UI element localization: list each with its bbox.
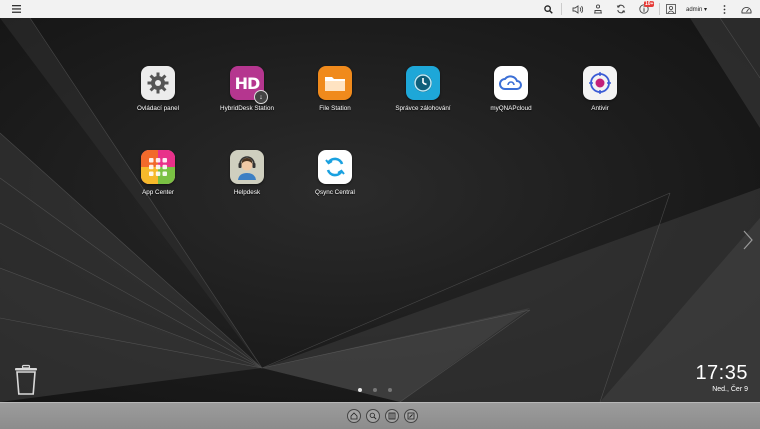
cloud-icon (494, 66, 528, 100)
notifications-badge: 10+ (644, 1, 655, 7)
clock-time: 17:35 (695, 362, 748, 384)
trash-icon (15, 364, 37, 395)
search-button[interactable] (542, 0, 554, 18)
app-label: myQNAPcloud (490, 105, 532, 112)
home-icon (350, 412, 358, 420)
dashboard-button[interactable] (739, 0, 753, 18)
dock-home-button[interactable] (347, 409, 361, 423)
user-avatar-icon (666, 4, 676, 14)
app-label: Helpdesk (233, 189, 261, 196)
download-badge-icon: ↓ (254, 90, 268, 104)
dock (347, 409, 418, 423)
notifications-button[interactable]: 10+ (636, 0, 655, 18)
user-name-label: admin ▾ (686, 6, 708, 13)
clock-icon (406, 66, 440, 100)
app-label: App Center (142, 189, 174, 196)
app-app-center[interactable]: App Center (122, 150, 194, 196)
volume-icon (572, 4, 583, 14)
app-helpdesk[interactable]: Helpdesk (211, 150, 283, 196)
page-dot[interactable] (388, 388, 392, 392)
edit-icon (407, 412, 415, 420)
background-tasks-icon (594, 4, 602, 14)
app-label: Qsync Central (315, 189, 355, 196)
page-dot[interactable] (373, 388, 377, 392)
toolbar-divider (561, 3, 562, 15)
app-backup-manager[interactable]: Správce zálohování (387, 66, 459, 112)
app-grid-icon (141, 150, 175, 184)
dashboard-gauge-icon (740, 6, 752, 13)
more-options-button[interactable] (719, 0, 729, 18)
background-tasks-button[interactable] (591, 0, 605, 18)
app-label: Antivir (591, 105, 609, 112)
sync-arrows-icon (318, 150, 352, 184)
recycle-bin[interactable] (13, 364, 39, 401)
sync-status-button[interactable] (614, 0, 628, 18)
grid-icon (388, 412, 396, 420)
user-menu-button[interactable]: admin ▾ (666, 0, 714, 18)
desktop: Ovládací panel HD ↓ HybridDesk Station F… (0, 18, 760, 402)
folder-icon (318, 66, 352, 100)
chevron-right-icon (743, 230, 753, 250)
volume-button[interactable] (570, 0, 584, 18)
main-menu-button[interactable] (10, 0, 22, 18)
dock-search-button[interactable] (366, 409, 380, 423)
hamburger-icon (11, 5, 21, 13)
clock-date: Ned., Čer 9 (712, 386, 748, 393)
app-antivirus[interactable]: Antivir (564, 66, 636, 112)
gear-icon (141, 66, 175, 100)
search-icon (543, 4, 553, 14)
app-myqnapcloud[interactable]: myQNAPcloud (475, 66, 547, 112)
app-qsync-central[interactable]: Qsync Central (299, 150, 371, 196)
dock-edit-button[interactable] (404, 409, 418, 423)
bottom-dock-bar (0, 402, 760, 429)
app-label: File Station (319, 105, 351, 112)
app-label: Ovládací panel (136, 105, 179, 112)
desktop-clock: 17:35 Ned., Čer 9 (695, 362, 748, 393)
top-toolbar: 10+ admin ▾ (0, 0, 760, 19)
app-label: HybridDesk Station (220, 105, 274, 112)
app-file-station[interactable]: File Station (299, 66, 371, 112)
app-label: Správce zálohování (395, 105, 451, 112)
page-indicator (358, 388, 392, 392)
virus-shield-icon (583, 66, 617, 100)
support-agent-icon (230, 150, 264, 184)
page-dot-active[interactable] (358, 388, 362, 392)
app-hybriddesk-station[interactable]: HD ↓ HybridDesk Station (211, 66, 283, 112)
more-vertical-icon (723, 4, 725, 14)
app-control-panel[interactable]: Ovládací panel (122, 66, 194, 112)
hd-station-icon: HD ↓ (230, 66, 268, 104)
next-page-button[interactable] (743, 230, 753, 255)
dock-grid-button[interactable] (385, 409, 399, 423)
search-app-icon (369, 412, 377, 420)
sync-icon (616, 4, 626, 14)
wallpaper (0, 18, 760, 402)
toolbar-divider (659, 3, 660, 15)
